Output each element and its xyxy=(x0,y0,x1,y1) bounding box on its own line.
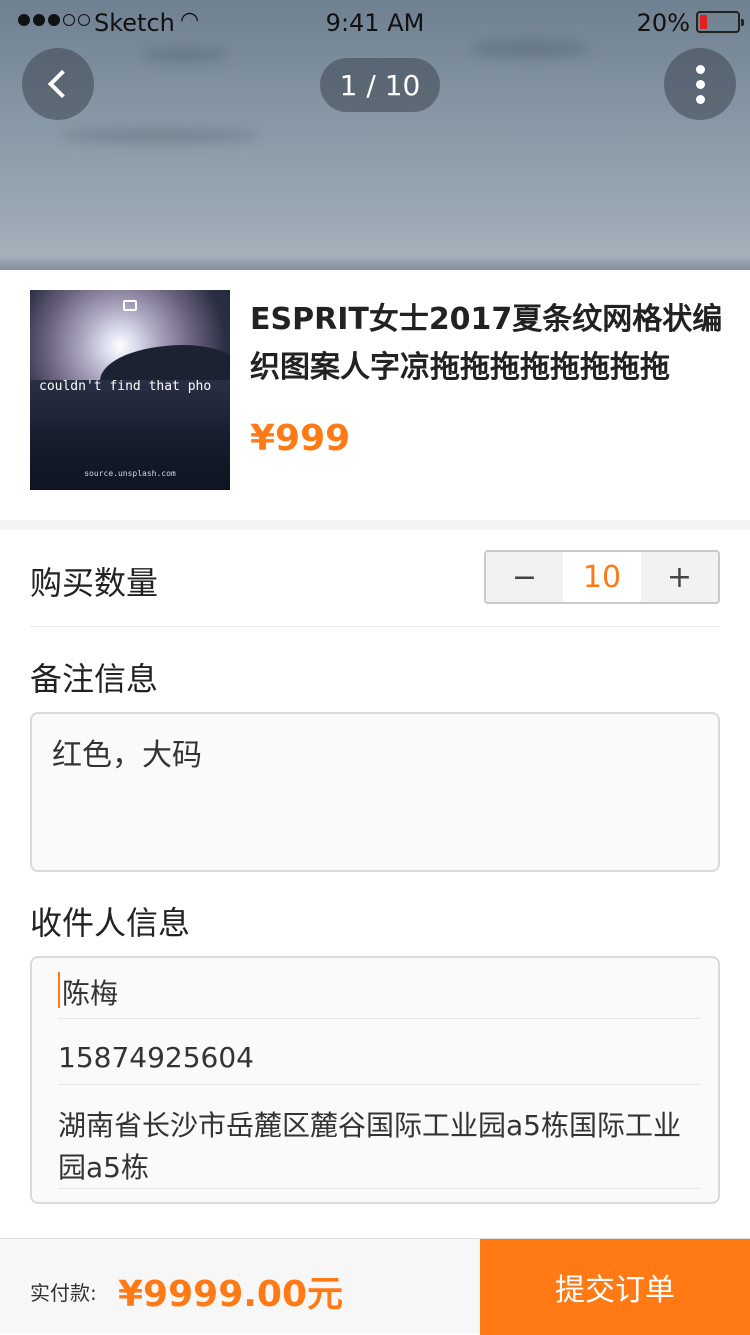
recipient-form: 陈梅 15874925604 湖南省长沙市岳麓区麓谷国际工业园a5栋国际工业园a… xyxy=(30,956,720,1204)
recipient-address-field[interactable]: 湖南省长沙市岳麓区麓谷国际工业园a5栋国际工业园a5栋 xyxy=(58,1085,700,1189)
quantity-label: 购买数量 xyxy=(30,564,159,602)
chevron-left-icon xyxy=(47,69,77,99)
page-indicator: 1 / 10 xyxy=(320,58,440,112)
status-bar: Sketch ◠ 9:41 AM 20% xyxy=(0,0,750,44)
recipient-name-value: 陈梅 xyxy=(62,977,119,1010)
back-button[interactable] xyxy=(22,48,94,120)
recipient-address-value: 湖南省长沙市岳麓区麓谷国际工业园a5栋国际工业园a5栋 xyxy=(58,1109,681,1184)
section-divider xyxy=(0,520,750,530)
product-summary: couldn't find that pho source.unsplash.c… xyxy=(0,270,750,520)
submit-order-button[interactable]: 提交订单 xyxy=(480,1239,750,1335)
battery-level xyxy=(700,15,708,29)
thumbnail-caption: couldn't find that pho xyxy=(39,379,212,394)
note-textarea[interactable]: 红色，大码 xyxy=(30,712,720,872)
cloud xyxy=(140,48,230,62)
recipient-phone-value: 15874925604 xyxy=(58,1041,254,1074)
recipient-phone-field[interactable]: 15874925604 xyxy=(58,1019,700,1085)
battery-percentage: 20% xyxy=(636,9,690,37)
product-thumbnail[interactable]: couldn't find that pho source.unsplash.c… xyxy=(30,290,230,490)
note-label: 备注信息 xyxy=(30,660,159,698)
cloud xyxy=(60,130,260,142)
decrement-button[interactable]: − xyxy=(486,552,563,602)
camera-icon xyxy=(123,300,137,311)
product-gallery[interactable]: Sketch ◠ 9:41 AM 20% 1 / 10 xyxy=(0,0,750,270)
thumbnail-source: source.unsplash.com xyxy=(84,469,176,478)
quantity-stepper: − 10 + xyxy=(484,550,720,604)
quantity-value[interactable]: 10 xyxy=(563,552,641,602)
increment-button[interactable]: + xyxy=(641,552,718,602)
recipient-label: 收件人信息 xyxy=(30,904,191,942)
vertical-dots-icon xyxy=(695,64,705,104)
horizon xyxy=(0,256,750,270)
more-button[interactable] xyxy=(664,48,736,120)
quantity-row: 购买数量 − 10 + xyxy=(30,530,720,627)
checkout-bar: 实付款: ¥9999.00元 提交订单 xyxy=(0,1238,750,1335)
battery-icon xyxy=(696,11,744,33)
text-cursor xyxy=(58,972,60,1008)
pay-label: 实付款: xyxy=(30,1281,97,1305)
product-price: ¥999 xyxy=(250,418,351,459)
product-title: ESPRIT女士2017夏条纹网格状编织图案人字凉拖拖拖拖拖拖拖拖 xyxy=(250,302,723,385)
pay-amount: ¥9999.00元 xyxy=(118,1274,344,1315)
recipient-name-field[interactable]: 陈梅 xyxy=(58,958,700,1019)
